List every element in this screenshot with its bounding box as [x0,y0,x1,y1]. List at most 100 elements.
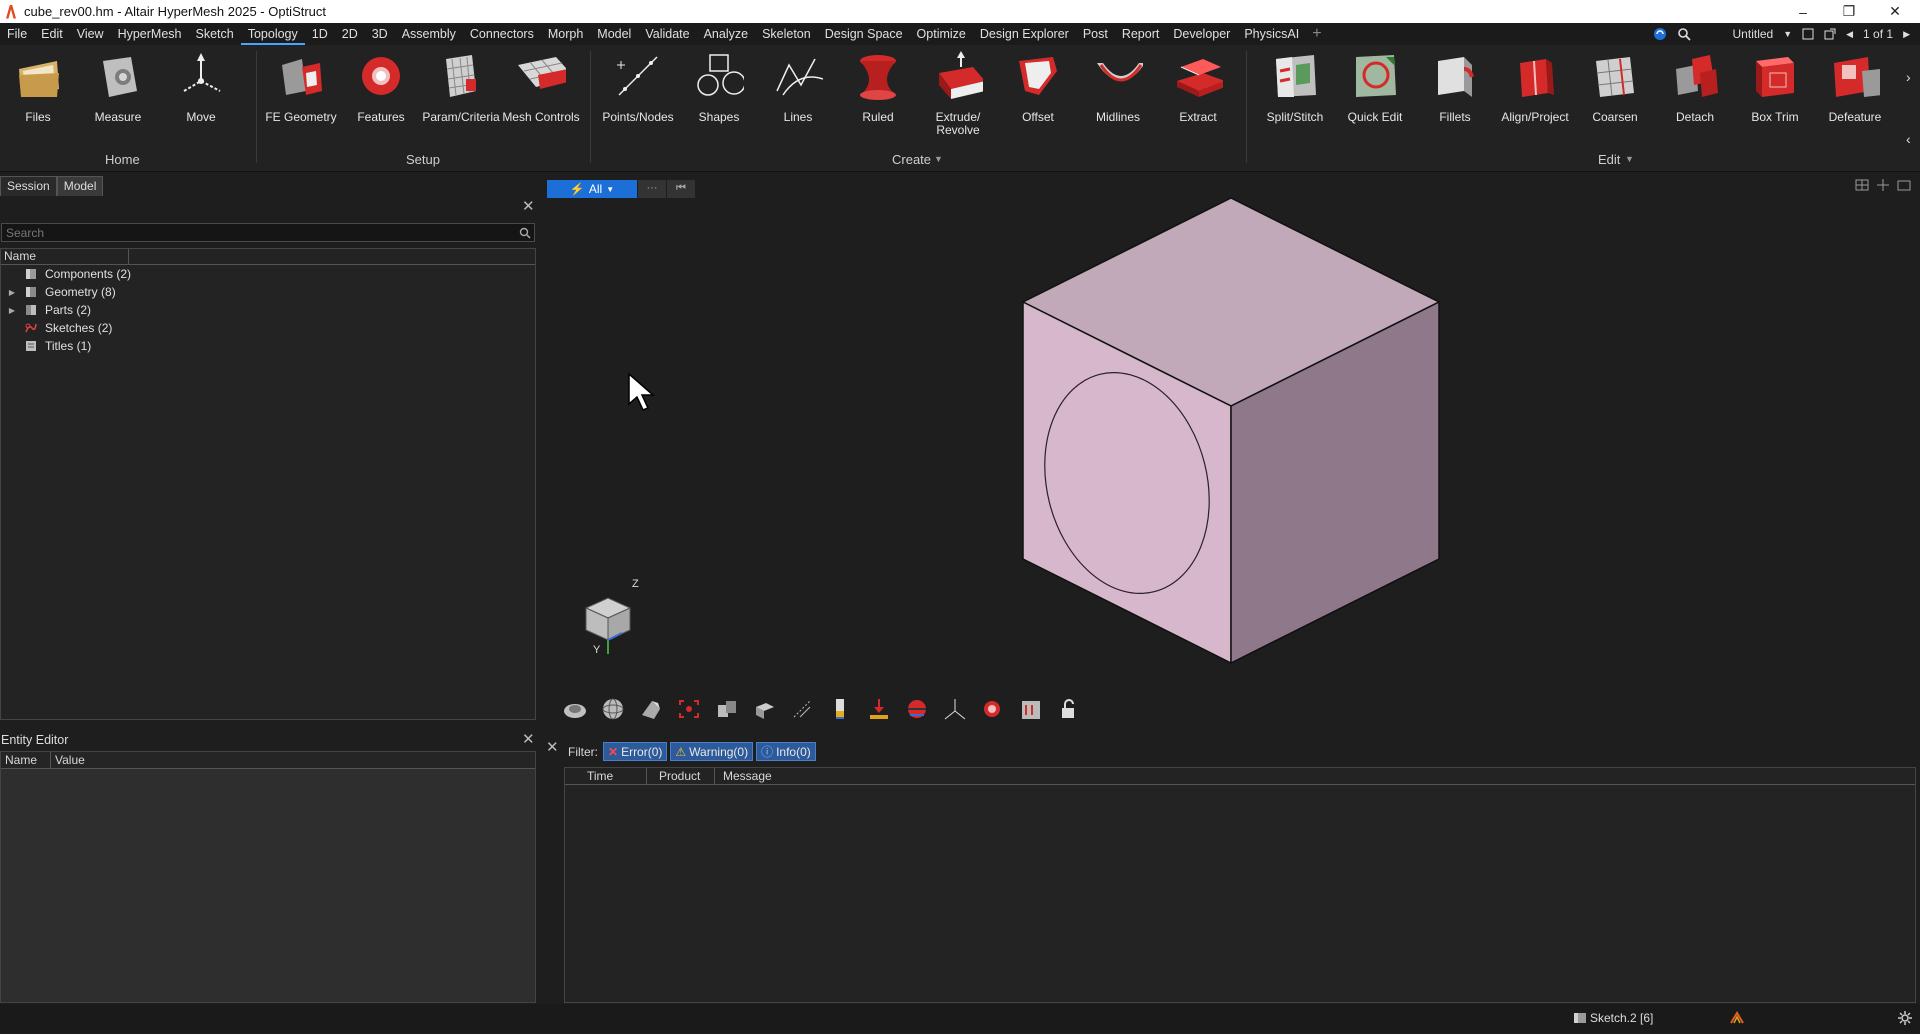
cube-model[interactable] [1010,195,1450,675]
next-page-icon[interactable]: ▶ [1903,29,1910,40]
features-tool[interactable]: Features [342,49,420,124]
tree-item-parts[interactable]: ▶ Parts (2) [1,301,535,319]
color-legend-icon[interactable] [828,697,854,721]
browser-close-icon[interactable]: ✕ [522,197,535,215]
selection-filter-dropdown[interactable]: ⚡ All ▼ [547,180,637,198]
defeature-tool[interactable]: Defeature [1816,49,1894,124]
menu-edit[interactable]: Edit [34,23,70,45]
menu-hypermesh[interactable]: HyperMesh [111,23,189,45]
search-input[interactable] [2,224,534,241]
triad-toggle-icon[interactable] [942,697,968,721]
menu-morph[interactable]: Morph [541,23,590,45]
clipping-icon[interactable] [790,697,816,721]
tree-item-geometry[interactable]: ▶ Geometry (8) [1,283,535,301]
warning-filter-toggle[interactable]: ⚠ Warning(0) [670,742,754,761]
name-column-header[interactable]: Name [1,752,51,768]
add-ribbon-button[interactable]: + [1306,25,1327,43]
isolate-icon[interactable] [714,697,740,721]
expand-arrow-icon[interactable]: ▶ [5,288,19,297]
ribbon-scroll-left-icon[interactable]: ‹ [1906,131,1911,147]
message-panel-close-icon[interactable]: ✕ [546,738,559,756]
view-triad[interactable]: Z Y [578,578,639,661]
ruled-tool[interactable]: Ruled [839,49,917,124]
sketch-tool-icon[interactable] [1729,1011,1745,1025]
box-trim-tool[interactable]: Box Trim [1736,49,1814,124]
menu-assembly[interactable]: Assembly [395,23,463,45]
menu-2d[interactable]: 2D [335,23,365,45]
move-tool[interactable]: Move [162,49,240,124]
menu-post[interactable]: Post [1076,23,1115,45]
filter-more-button[interactable]: ··· [638,180,666,198]
menu-design-space[interactable]: Design Space [818,23,910,45]
ribbon-scroll-right-icon[interactable]: › [1906,69,1911,85]
menu-connectors[interactable]: Connectors [463,23,541,45]
fit-view-icon[interactable] [676,697,702,721]
midlines-tool[interactable]: Midlines [1079,49,1157,124]
mesh-controls-tool[interactable]: Mesh Controls [502,49,580,124]
product-column-header[interactable]: Product [647,768,715,784]
quick-edit-tool[interactable]: Quick Edit [1336,49,1414,124]
tab-model[interactable]: Model [56,176,104,196]
menu-topology[interactable]: Topology [240,23,305,45]
visualization-icon[interactable] [638,697,664,721]
tab-session[interactable]: Session [0,176,57,196]
detach-tool[interactable]: Detach [1656,49,1734,124]
points-nodes-tool[interactable]: Points/Nodes [599,49,677,124]
split-stitch-tool[interactable]: Split/Stitch [1256,49,1334,124]
menu-report[interactable]: Report [1115,23,1167,45]
menu-sketch[interactable]: Sketch [189,23,241,45]
param-criteria-tool[interactable]: Param/Criteria [422,49,500,124]
offset-tool[interactable]: Offset [999,49,1077,124]
previous-page-icon[interactable]: ◀ [1846,29,1853,40]
align-project-tool[interactable]: Align/Project [1496,49,1574,124]
settings-gear-icon[interactable] [1898,1011,1912,1025]
shaded-view-icon[interactable] [562,697,588,721]
coarsen-tool[interactable]: Coarsen [1576,49,1654,124]
lock-view-icon[interactable] [1056,697,1082,721]
minimize-button[interactable]: – [1780,0,1826,23]
error-filter-toggle[interactable]: ✕ Error(0) [603,742,668,761]
section-cut-icon[interactable] [866,697,892,721]
edit-expand-icon[interactable]: ▼ [1625,154,1634,164]
menu-validate[interactable]: Validate [638,23,696,45]
maximize-view-icon[interactable] [1897,178,1911,192]
sync-icon[interactable] [1653,27,1667,41]
close-button[interactable]: ✕ [1872,0,1918,23]
message-column-header[interactable]: Message [715,768,1915,784]
extract-tool[interactable]: Extract [1159,49,1237,124]
fe-geometry-tool[interactable]: FE Geometry [262,49,340,124]
info-filter-toggle[interactable]: ⓘ Info(0) [756,742,816,761]
menu-3d[interactable]: 3D [365,23,395,45]
time-column-header[interactable]: Time [565,768,647,784]
layout-grid-icon[interactable] [1855,178,1869,192]
menu-1d[interactable]: 1D [305,23,335,45]
wireframe-view-icon[interactable] [600,697,626,721]
tree-item-components[interactable]: Components (2) [1,265,535,283]
menu-model[interactable]: Model [590,23,638,45]
tree-item-sketches[interactable]: Sketches (2) [1,319,535,337]
lines-tool[interactable]: Lines [759,49,837,124]
fillets-tool[interactable]: Fillets [1416,49,1494,124]
window-icon[interactable] [1802,28,1814,40]
menu-view[interactable]: View [70,23,111,45]
expand-arrow-icon[interactable]: ▶ [5,306,19,315]
shapes-tool[interactable]: Shapes [680,49,758,124]
view-cube-icon[interactable] [578,578,638,658]
export-icon[interactable] [1824,28,1836,40]
display-hide-icon[interactable] [752,697,778,721]
restore-button[interactable]: ❐ [1826,0,1872,23]
move-view-icon[interactable] [1876,178,1890,192]
zoom-region-icon[interactable] [980,697,1006,721]
entity-editor-close-icon[interactable]: ✕ [522,730,535,748]
menu-physicsai[interactable]: PhysicsAI [1237,23,1306,45]
tree-item-titles[interactable]: Titles (1) [1,337,535,355]
files-tool[interactable]: Files [0,49,77,124]
menu-analyze[interactable]: Analyze [697,23,755,45]
session-name-dropdown[interactable]: Untitled [1733,27,1774,41]
name-column-header[interactable]: Name [1,249,129,264]
search-icon[interactable] [1677,27,1691,41]
value-column-header[interactable]: Value [51,752,85,768]
menu-file[interactable]: File [0,23,34,45]
menu-developer[interactable]: Developer [1166,23,1237,45]
extrude-revolve-tool[interactable]: Extrude/ Revolve [919,49,997,137]
